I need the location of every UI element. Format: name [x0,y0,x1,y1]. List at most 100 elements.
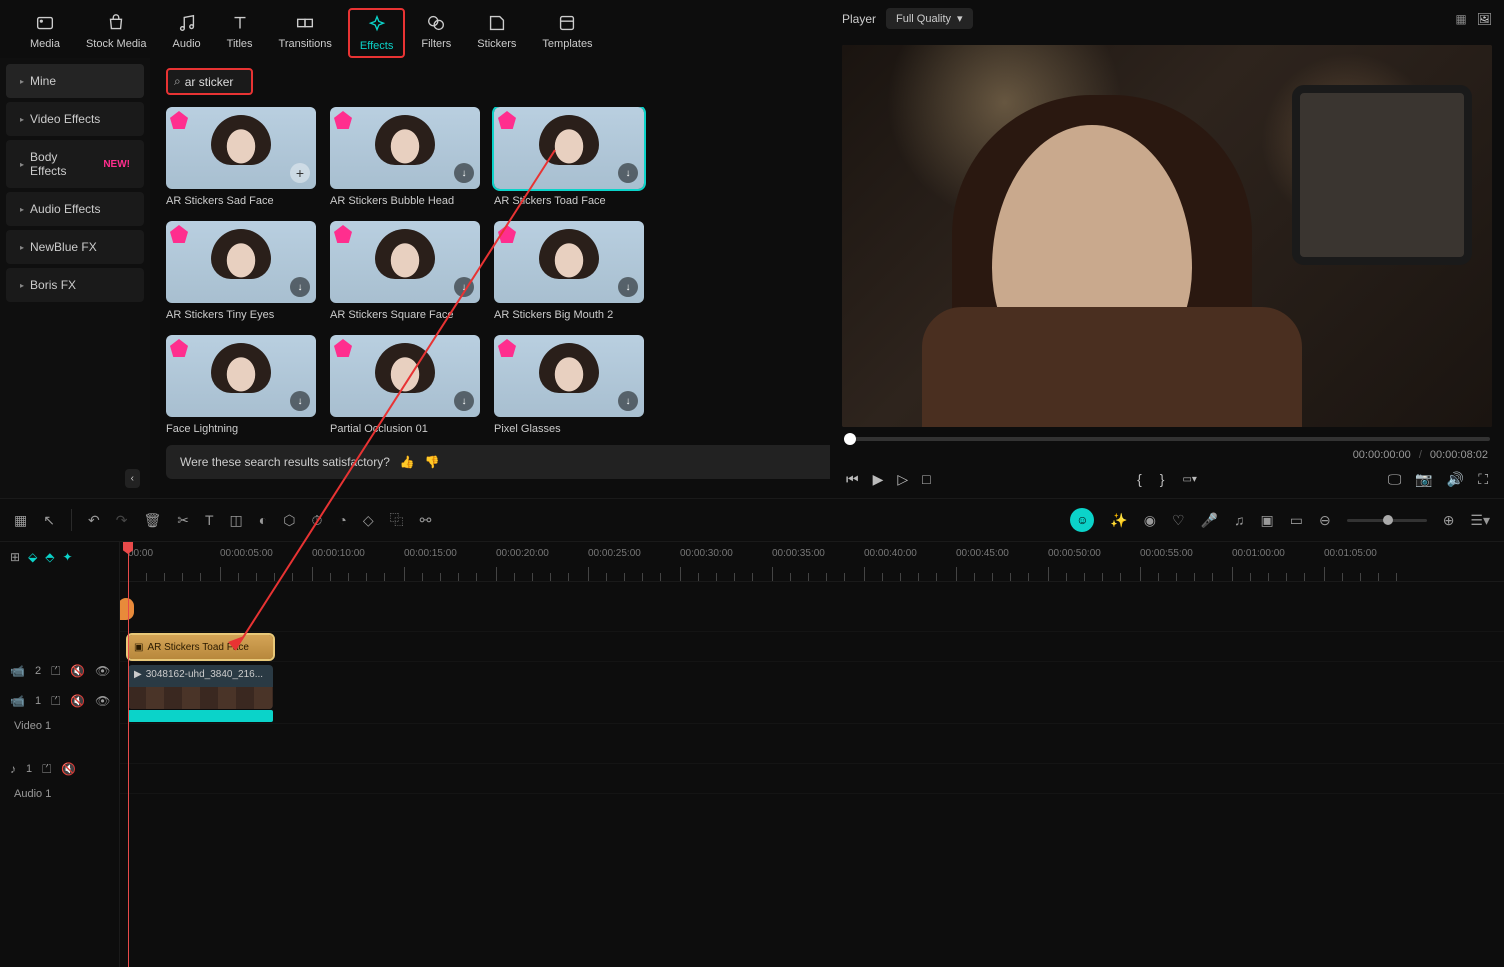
copy-icon[interactable]: ⿻ [390,510,404,530]
sidebar-item-video-effects[interactable]: Video Effects [6,102,144,136]
quality-dropdown[interactable]: Full Quality ▾ [886,8,973,29]
stop-icon[interactable]: □ [922,471,930,487]
result-card[interactable]: ↓Pixel Glasses [494,335,644,435]
sidebar-item-body-effects[interactable]: Body EffectsNEW! [6,140,144,188]
circle-icon[interactable]: ◉ [1144,512,1156,529]
download-icon[interactable]: ↓ [618,391,638,411]
timeline-body[interactable]: 00:0000:00:05:0000:00:10:0000:00:15:0000… [120,542,1504,967]
zoom-out-icon[interactable]: ⊖ [1319,512,1331,529]
mark-out-icon[interactable]: } [1160,471,1165,487]
keyframe-icon[interactable]: ◇ [363,512,374,529]
result-thumbnail[interactable]: ↓ [330,335,480,417]
audio-track[interactable] [120,764,1504,794]
mute-icon[interactable]: 🔇 [70,664,85,678]
player-scrubber[interactable] [844,437,1490,441]
grid-icon[interactable]: ▦ [14,512,27,529]
tab-stickers[interactable]: Stickers [467,8,526,54]
tab-stock-media[interactable]: Stock Media [76,8,157,54]
thumbs-up-icon[interactable]: 👍 [400,455,415,469]
text-tool-icon[interactable]: T [205,512,214,528]
prev-frame-icon[interactable]: ⏮ [846,471,859,488]
play-backward-icon[interactable]: ▶ [873,471,884,488]
mute-icon[interactable]: 🔇 [70,694,85,708]
sidebar-item-newblue[interactable]: NewBlue FX [6,230,144,264]
snapshot-icon[interactable]: 📷 [1415,471,1432,488]
timer-icon[interactable]: ◔ [338,512,346,528]
result-card[interactable]: ↓Partial Occlusion 01 [330,335,480,435]
result-card[interactable]: ↓AR Stickers Bubble Head [330,107,480,207]
zoom-in-icon[interactable]: ⊕ [1443,512,1455,529]
search-input[interactable] [185,75,245,89]
search-field-wrap[interactable]: ⌕ [166,68,253,95]
layer-icon[interactable]: ▣ [1260,512,1273,529]
result-card[interactable]: ↓AR Stickers Square Face [330,221,480,321]
effect-track-header[interactable]: 📹2 ⏍ 🔇 👁 [0,656,119,686]
result-thumbnail[interactable]: ↓ [494,335,644,417]
tab-transitions[interactable]: Transitions [269,8,342,54]
color-icon[interactable]: ◐ [259,512,267,528]
thumbs-down-icon[interactable]: 👎 [425,455,440,469]
link-icon[interactable]: ⏍ [42,762,51,777]
video-track[interactable]: ▶3048162-uhd_3840_216... [120,662,1504,724]
auto-ripple-icon[interactable]: ✦ [63,550,73,564]
compare-icon[interactable]: ▦ [1455,12,1466,26]
effect-track[interactable]: ▣ AR Stickers Toad Face [120,632,1504,662]
cut-icon[interactable]: ✂ [177,512,189,529]
result-thumbnail[interactable]: ↓ [166,221,316,303]
download-icon[interactable]: ↓ [618,277,638,297]
download-icon[interactable]: ↓ [454,277,474,297]
group-icon[interactable]: ⬡ [283,512,295,529]
playhead[interactable] [128,542,129,967]
download-icon[interactable]: ↓ [454,391,474,411]
enhance-icon[interactable]: ✨ [1110,512,1127,529]
ai-button[interactable]: ☺ [1070,508,1094,532]
result-card[interactable]: ↓AR Stickers Big Mouth 2 [494,221,644,321]
speed-icon[interactable]: ⏱ [311,512,322,529]
timeline-ruler[interactable]: 00:0000:00:05:0000:00:10:0000:00:15:0000… [120,542,1504,582]
tab-filters[interactable]: Filters [411,8,461,54]
audio-track-header[interactable]: ♪1 ⏍ 🔇 [0,754,119,784]
magnet-icon[interactable]: ⬙ [28,550,37,564]
result-card[interactable]: +AR Stickers Sad Face [166,107,316,207]
add-track-icon[interactable]: ⊞ [10,550,20,564]
ratio-icon[interactable]: ▭▾ [1182,474,1196,485]
marker[interactable] [120,598,134,620]
download-icon[interactable]: ↓ [290,277,310,297]
effect-clip[interactable]: ▣ AR Stickers Toad Face [128,635,273,659]
marker-tool-icon[interactable]: ▭ [1290,512,1303,529]
eye-icon[interactable]: 👁 [95,664,110,678]
view-options-icon[interactable]: ☰▾ [1470,512,1490,529]
player-viewport[interactable] [842,45,1492,427]
result-card[interactable]: ↓Face Lightning [166,335,316,435]
picture-icon[interactable]: 🖼 [1477,12,1492,26]
video-clip[interactable]: ▶3048162-uhd_3840_216... [128,665,273,709]
redo-icon[interactable]: ↷ [116,512,128,529]
mic-icon[interactable]: 🎤 [1201,512,1218,529]
download-icon[interactable]: ↓ [618,163,638,183]
volume-icon[interactable]: 🔊 [1447,471,1464,488]
result-card[interactable]: ↓AR Stickers Tiny Eyes [166,221,316,321]
delete-icon[interactable]: 🗑 [143,512,161,529]
result-thumbnail[interactable]: + [166,107,316,189]
result-thumbnail[interactable]: ↓ [330,107,480,189]
fullscreen-icon[interactable]: ⛶ [1478,471,1488,488]
eye-icon[interactable]: 👁 [95,694,110,708]
result-thumbnail[interactable]: ↓ [494,221,644,303]
link-icon[interactable]: ⏍ [51,664,60,679]
zoom-handle[interactable] [1383,515,1393,525]
link-icon[interactable]: ⏍ [51,694,60,709]
result-thumbnail[interactable]: ↓ [330,221,480,303]
display-icon[interactable]: 🖵 [1388,471,1402,488]
link-icon[interactable]: ⚯ [420,512,432,529]
result-thumbnail[interactable]: ↓ [166,335,316,417]
download-icon[interactable]: ↓ [454,163,474,183]
tab-titles[interactable]: Titles [217,8,263,54]
crop-icon[interactable]: ◫ [230,512,243,529]
sidebar-collapse-button[interactable]: ‹ [125,469,140,488]
zoom-slider[interactable] [1347,519,1427,522]
tab-media[interactable]: Media [20,8,70,54]
tab-effects[interactable]: Effects [348,8,405,58]
sidebar-item-audio-effects[interactable]: Audio Effects [6,192,144,226]
tab-audio[interactable]: Audio [163,8,211,54]
scrubber-handle[interactable] [844,433,856,445]
